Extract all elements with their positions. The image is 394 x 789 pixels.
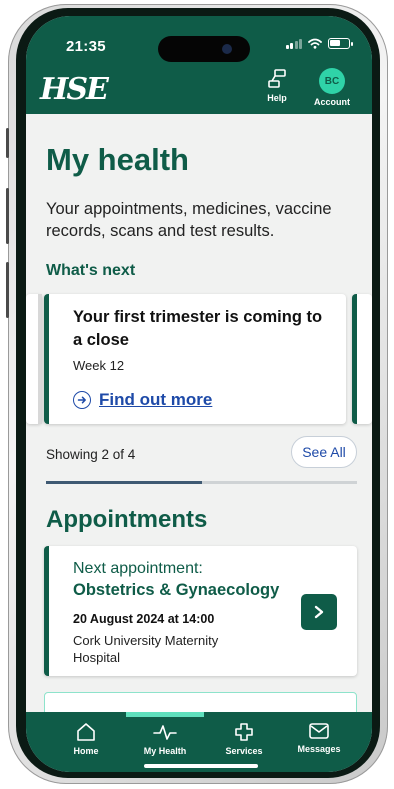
next-card-peek[interactable]	[352, 294, 372, 424]
home-indicator	[144, 764, 258, 768]
nav-home[interactable]: Home	[46, 722, 126, 756]
bottom-nav: Home My Health Services Messages	[26, 712, 372, 772]
active-tab-indicator	[126, 712, 204, 717]
help-icon	[268, 69, 286, 88]
appointment-label: Next appointment:	[73, 560, 203, 577]
appointment-datetime: 20 August 2024 at 14:00	[73, 612, 215, 626]
find-out-more-link[interactable]: Find out more	[73, 390, 212, 410]
find-out-more-label: Find out more	[99, 390, 213, 409]
nav-home-label: Home	[73, 746, 99, 756]
phone-side-button	[6, 188, 9, 244]
whats-next-card-subtitle: Week 12	[73, 358, 125, 373]
see-all-button[interactable]: See All	[291, 436, 357, 468]
dynamic-island	[158, 36, 250, 62]
nav-services[interactable]: Services	[204, 722, 284, 756]
cross-icon	[235, 723, 253, 741]
status-icons	[285, 38, 353, 49]
whats-next-card-title: Your first trimester is coming to a clos…	[73, 308, 323, 349]
app-screen: 21:35 HSE Help BC Account My health Your…	[26, 16, 372, 772]
envelope-icon	[309, 723, 329, 739]
help-label: Help	[267, 93, 287, 103]
camera-icon	[222, 44, 232, 54]
account-button[interactable]: BC Account	[314, 68, 350, 107]
phone-side-button	[6, 262, 9, 318]
pulse-icon	[153, 725, 177, 740]
account-label: Account	[314, 97, 350, 107]
chevron-right-icon	[314, 605, 324, 619]
signal-icon	[285, 38, 302, 49]
phone-side-button	[6, 128, 9, 158]
carousel-count: Showing 2 of 4	[46, 447, 136, 462]
nav-my-health[interactable]: My Health	[125, 722, 205, 756]
app-header: 21:35 HSE Help BC Account	[26, 16, 372, 114]
battery-icon	[328, 38, 353, 49]
nav-messages-label: Messages	[297, 744, 341, 754]
appointments-heading: Appointments	[46, 506, 208, 533]
help-button[interactable]: Help	[266, 68, 288, 103]
page-intro: Your appointments, medicines, vaccine re…	[46, 200, 332, 240]
status-time: 21:35	[66, 38, 106, 55]
appointment-specialty: Obstetrics & Gynaecology	[73, 581, 280, 599]
nav-services-label: Services	[225, 746, 263, 756]
open-appointment-button[interactable]	[301, 594, 337, 630]
whats-next-heading: What's next	[46, 262, 136, 279]
carousel-progress	[46, 481, 357, 484]
arrow-right-circle-icon	[73, 391, 91, 409]
wifi-icon	[308, 38, 322, 49]
whats-next-card[interactable]: Your first trimester is coming to a clos…	[44, 294, 346, 424]
hse-logo[interactable]: HSE	[40, 72, 109, 107]
nav-messages[interactable]: Messages	[279, 722, 359, 754]
avatar: BC	[319, 68, 345, 94]
nav-my-health-label: My Health	[143, 746, 187, 756]
previous-card-peek[interactable]	[26, 294, 42, 424]
appointment-card[interactable]: Next appointment: Obstetrics & Gynaecolo…	[44, 546, 357, 676]
page-title: My health	[46, 142, 189, 177]
home-icon	[77, 723, 95, 741]
appointment-location: Cork University Maternity Hospital	[73, 633, 219, 665]
